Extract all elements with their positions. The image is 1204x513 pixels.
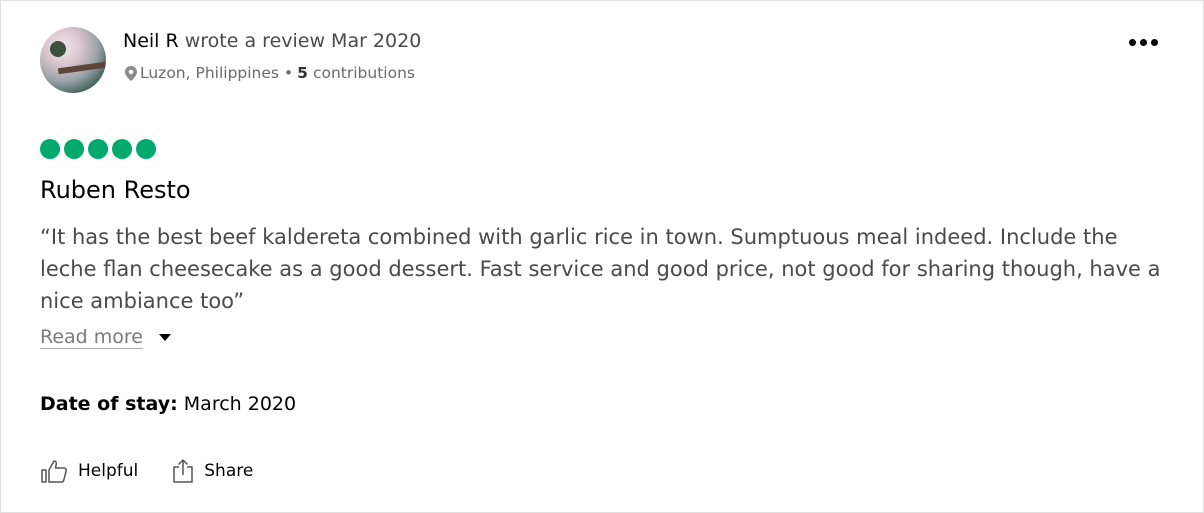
rating-bubble [88, 139, 108, 159]
share-label: Share [204, 461, 254, 481]
map-pin-icon [125, 65, 137, 81]
avatar[interactable] [40, 27, 106, 93]
read-more-link[interactable]: Read more [40, 324, 143, 350]
author-meta: Luzon, Philippines • 5 contributions [125, 63, 415, 83]
review-text: “It has the best beef kaldereta combined… [40, 225, 1161, 313]
review-actions: Helpful Share [40, 458, 253, 484]
author-location: Luzon, Philippines [140, 64, 279, 82]
author-name[interactable]: Neil R [123, 30, 179, 52]
date-of-stay-label: Date of stay: [40, 393, 178, 415]
helpful-label: Helpful [78, 461, 139, 481]
rating-bubble [112, 139, 132, 159]
avatar-pier-shape [57, 61, 106, 75]
review-card: Neil R wrote a review Mar 2020 Luzon, Ph… [0, 0, 1204, 513]
more-dot [1140, 38, 1147, 46]
rating-bubbles [40, 139, 156, 159]
rating-bubble [136, 139, 156, 159]
review-header-text: wrote a review Mar 2020 [184, 30, 422, 52]
rating-bubble [40, 139, 60, 159]
rating-bubble [64, 139, 84, 159]
avatar-tree-shape [50, 41, 66, 57]
more-dot [1129, 38, 1136, 46]
contributions-label: contributions [312, 64, 415, 82]
helpful-button[interactable]: Helpful [40, 458, 138, 484]
share-icon [173, 459, 193, 483]
caret-down-icon[interactable] [159, 334, 171, 341]
thumbs-up-icon [41, 460, 68, 483]
share-button[interactable]: Share [172, 458, 253, 484]
review-header: Neil R wrote a review Mar 2020 [123, 29, 421, 53]
more-horizontal-icon[interactable] [1129, 35, 1163, 49]
review-title[interactable]: Ruben Resto [40, 175, 191, 205]
date-of-stay: Date of stay: March 2020 [40, 391, 296, 417]
more-dot [1151, 38, 1158, 46]
date-of-stay-value: March 2020 [183, 393, 297, 415]
contributions-count: 5 [297, 64, 308, 82]
meta-separator: • [284, 64, 294, 82]
